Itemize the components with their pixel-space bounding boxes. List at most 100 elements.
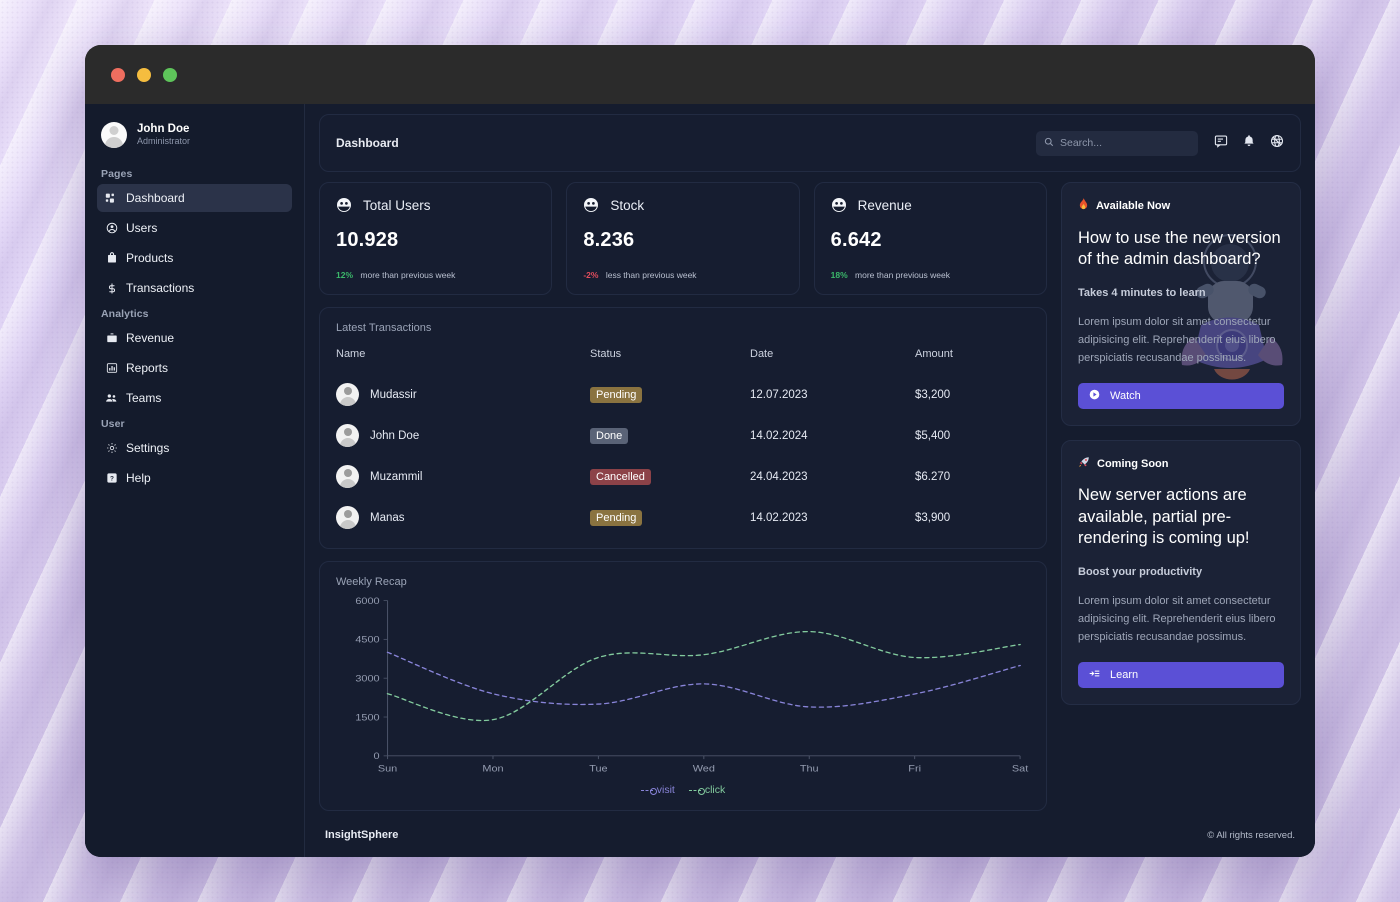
promo-tag-label: Available Now — [1096, 200, 1170, 212]
message-icon[interactable] — [1214, 134, 1228, 153]
search-box[interactable] — [1036, 131, 1198, 156]
stat-card-stock: Stock 8.236 -2% less than previous week — [566, 182, 799, 295]
sidebar-group-title-user: User — [101, 418, 292, 430]
user-circle-icon — [105, 222, 118, 235]
topbar: Dashboard — [319, 114, 1301, 172]
stat-percent: 12% — [336, 270, 353, 280]
learn-button-label: Learn — [1110, 669, 1138, 681]
transactions-title: Latest Transactions — [336, 322, 1030, 334]
learn-button[interactable]: Learn — [1078, 662, 1284, 688]
sidebar-user[interactable]: John Doe Administrator — [97, 116, 292, 162]
stat-percent: 18% — [831, 270, 848, 280]
search-input[interactable] — [1060, 137, 1190, 149]
status-badge: Pending — [590, 387, 642, 403]
watch-button[interactable]: Watch — [1078, 383, 1284, 409]
right-column: Available Now How to use the new version… — [1061, 182, 1301, 811]
rocket-icon — [1078, 456, 1090, 471]
cell-amount: $3,900 — [915, 497, 1030, 538]
window-minimize-button[interactable] — [137, 68, 151, 82]
list-icon — [1089, 668, 1100, 682]
stat-footer: -2% less than previous week — [583, 270, 782, 280]
table-row[interactable]: Mudassir Pending 12.07.2023 $3,200 — [336, 374, 1030, 415]
chart-bar-icon — [105, 362, 118, 375]
user-emoji-icon — [831, 197, 847, 213]
sidebar-user-role: Administrator — [137, 136, 190, 148]
sidebar-item-users[interactable]: Users — [97, 214, 292, 242]
promo-card-coming-soon: Coming Soon New server actions are avail… — [1061, 440, 1301, 705]
stat-value: 8.236 — [583, 229, 782, 252]
table-row[interactable]: John Doe Done 14.02.2024 $5,400 — [336, 415, 1030, 456]
play-circle-icon — [1089, 389, 1100, 403]
page-title: Dashboard — [336, 136, 399, 150]
sidebar-item-teams[interactable]: Teams — [97, 384, 292, 412]
stat-note: more than previous week — [360, 270, 455, 280]
footer-brand: InsightSphere — [325, 829, 398, 841]
avatar — [336, 383, 359, 406]
column-header-date: Date — [750, 348, 915, 374]
cell-date: 14.02.2023 — [750, 497, 915, 538]
sidebar-item-label: Transactions — [126, 281, 194, 295]
gear-icon — [105, 442, 118, 455]
stat-title: Stock — [610, 198, 644, 213]
svg-text:Mon: Mon — [482, 764, 503, 774]
status-badge: Pending — [590, 510, 642, 526]
footer: InsightSphere © All rights reserved. — [319, 811, 1301, 857]
main-area: Dashboard — [305, 104, 1315, 857]
window-maximize-button[interactable] — [163, 68, 177, 82]
table-row[interactable]: Manas Pending 14.02.2023 $3,900 — [336, 497, 1030, 538]
stat-value: 6.642 — [831, 229, 1030, 252]
svg-text:?: ? — [110, 476, 114, 483]
table-row[interactable]: Muzammil Cancelled 24.04.2023 $6.270 — [336, 456, 1030, 497]
legend-line-icon — [689, 790, 701, 791]
legend-item-click[interactable]: click — [689, 784, 725, 796]
legend-line-icon — [641, 790, 653, 791]
window-close-button[interactable] — [111, 68, 125, 82]
stat-title: Total Users — [363, 198, 431, 213]
legend-label: visit — [657, 784, 675, 796]
dollar-icon — [105, 282, 118, 295]
column-header-amount: Amount — [915, 348, 1030, 374]
sidebar-item-revenue[interactable]: Revenue — [97, 324, 292, 352]
bag-icon — [105, 252, 118, 265]
footer-rights: © All rights reserved. — [1207, 830, 1295, 841]
sidebar-group-title-pages: Pages — [101, 168, 292, 180]
promo-heading: New server actions are available, partia… — [1078, 485, 1284, 549]
promo-body: Lorem ipsum dolor sit amet consectetur a… — [1078, 592, 1284, 646]
svg-text:Wed: Wed — [693, 764, 715, 774]
bell-icon[interactable] — [1242, 134, 1256, 153]
sidebar-item-dashboard[interactable]: Dashboard — [97, 184, 292, 212]
app-window: John Doe Administrator Pages Dashboard U… — [85, 45, 1315, 857]
line-chart: 01500300045006000SunMonTueWedThuFriSat — [336, 594, 1030, 782]
sidebar-item-help[interactable]: ? Help — [97, 464, 292, 492]
globe-icon[interactable] — [1270, 134, 1284, 153]
stat-cards: Total Users 10.928 12% more than previou… — [319, 182, 1047, 295]
svg-text:4500: 4500 — [355, 635, 380, 645]
stat-note: less than previous week — [606, 270, 697, 280]
transactions-table: Name Status Date Amount Mudassir Pending — [336, 348, 1030, 538]
topbar-icons — [1214, 134, 1284, 153]
sidebar-item-label: Help — [126, 471, 151, 485]
sidebar-item-reports[interactable]: Reports — [97, 354, 292, 382]
watch-button-label: Watch — [1110, 390, 1141, 402]
cell-name: John Doe — [370, 430, 419, 442]
cell-name: Mudassir — [370, 389, 417, 401]
avatar — [336, 506, 359, 529]
promo-tag: Coming Soon — [1078, 456, 1284, 471]
legend-item-visit[interactable]: visit — [641, 784, 675, 796]
cell-amount: $6.270 — [915, 456, 1030, 497]
avatar-icon — [101, 122, 127, 148]
sidebar-item-label: Reports — [126, 361, 168, 375]
sidebar-item-products[interactable]: Products — [97, 244, 292, 272]
sidebar-user-name: John Doe — [137, 122, 190, 136]
svg-text:Tue: Tue — [589, 764, 608, 774]
sidebar-item-transactions[interactable]: Transactions — [97, 274, 292, 302]
svg-text:6000: 6000 — [355, 597, 380, 607]
cell-name: Muzammil — [370, 471, 422, 483]
fire-icon — [1078, 198, 1089, 214]
app-body: John Doe Administrator Pages Dashboard U… — [85, 104, 1315, 857]
cell-amount: $3,200 — [915, 374, 1030, 415]
sidebar-item-label: Settings — [126, 441, 169, 455]
stat-card-revenue: Revenue 6.642 18% more than previous wee… — [814, 182, 1047, 295]
sidebar-item-settings[interactable]: Settings — [97, 434, 292, 462]
promo-body: Lorem ipsum dolor sit amet consectetur a… — [1078, 313, 1284, 367]
